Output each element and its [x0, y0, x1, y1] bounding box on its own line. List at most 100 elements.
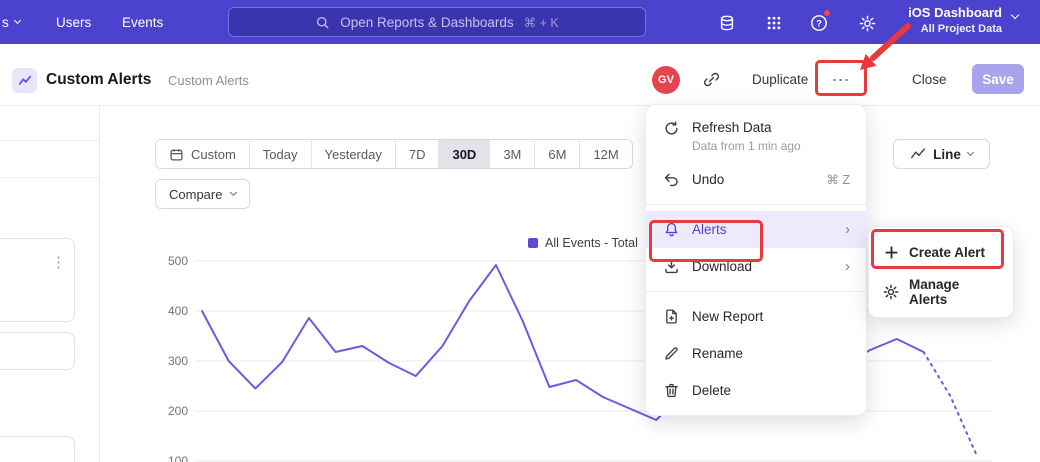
date-30d-button[interactable]: 30D — [438, 140, 489, 168]
nav-item-events-label: Events — [122, 15, 163, 30]
chart-type-label: Line — [933, 147, 961, 162]
submenu-item-label: Create Alert — [909, 245, 985, 260]
chart-type-selector[interactable]: Line — [893, 139, 990, 169]
nav-item-events[interactable]: Events — [122, 0, 163, 44]
search-icon — [315, 15, 330, 30]
y-axis-tick-label: 200 — [168, 404, 188, 418]
submenu-arrow-icon: › — [845, 258, 850, 275]
page-title: Custom Alerts — [46, 71, 151, 89]
data-management-icon[interactable] — [716, 12, 738, 34]
date-6m-button[interactable]: 6M — [534, 140, 579, 168]
date-custom-label: Custom — [191, 147, 236, 162]
duplicate-button[interactable]: Duplicate — [752, 72, 808, 87]
breadcrumb[interactable]: Custom Alerts — [168, 73, 249, 88]
kebab-menu-icon[interactable]: ⋮ — [51, 253, 66, 271]
gear-icon — [883, 284, 899, 300]
menu-item-new-report[interactable]: New Report — [646, 298, 866, 335]
date-yesterday-button[interactable]: Yesterday — [311, 140, 395, 168]
refresh-icon — [662, 120, 680, 137]
report-type-icon — [12, 68, 37, 93]
date-today-button[interactable]: Today — [249, 140, 311, 168]
new-report-icon — [662, 308, 680, 325]
y-axis-tick-label: 500 — [168, 254, 188, 268]
bell-icon — [662, 221, 680, 238]
line-chart-icon — [910, 146, 926, 162]
notification-dot — [823, 9, 831, 17]
pencil-icon — [662, 345, 680, 362]
save-button[interactable]: Save — [972, 64, 1024, 94]
compare-button[interactable]: Compare — [155, 179, 250, 209]
sidebar-card[interactable] — [0, 332, 75, 370]
submenu-item-manage-alerts[interactable]: Manage Alerts — [869, 272, 1013, 312]
y-axis-tick-label: 400 — [168, 304, 188, 318]
menu-item-rename[interactable]: Rename — [646, 335, 866, 372]
settings-gear-icon[interactable] — [856, 12, 878, 34]
share-link-icon[interactable] — [703, 71, 720, 93]
more-options-button[interactable]: ⋯ — [822, 67, 860, 93]
apps-grid-icon[interactable] — [763, 12, 785, 34]
sidebar-card[interactable]: ⋮ — [0, 238, 75, 322]
menu-item-label: Alerts — [692, 222, 727, 237]
y-axis-tick-label: 300 — [168, 354, 188, 368]
chart-legend[interactable]: All Events - Total — [528, 236, 638, 250]
project-subtitle: All Project Data — [888, 23, 1002, 35]
avatar[interactable]: GV — [652, 66, 680, 94]
compare-label: Compare — [169, 187, 222, 202]
sidebar-divider — [0, 177, 100, 178]
menu-item-label: Download — [692, 259, 752, 274]
menu-item-label: Delete — [692, 383, 731, 398]
date-12m-button[interactable]: 12M — [579, 140, 631, 168]
undo-icon — [662, 171, 680, 188]
menu-item-label: New Report — [692, 309, 763, 324]
date-custom-button[interactable]: Custom — [156, 140, 249, 168]
sidebar-divider — [0, 140, 100, 141]
menu-item-label: Undo — [692, 172, 724, 187]
y-axis-tick-label: 100 — [168, 454, 188, 462]
legend-label: All Events - Total — [545, 236, 638, 250]
submenu-item-create-alert[interactable]: Create Alert — [869, 232, 1013, 272]
nav-item-users-label: Users — [56, 15, 91, 30]
date-3m-button[interactable]: 3M — [489, 140, 534, 168]
chevron-down-icon — [14, 16, 21, 23]
top-nav: s Users Events Open Reports & Dashboards… — [0, 0, 1040, 44]
legend-swatch — [528, 238, 538, 248]
menu-divider — [646, 291, 866, 292]
nav-item-users[interactable]: Users — [56, 0, 91, 44]
chart-line-dashed — [924, 352, 977, 456]
date-range-segmented-control: Custom Today Yesterday 7D 30D 3M 6M 12M — [155, 139, 633, 169]
project-chevron-down-icon[interactable] — [1011, 11, 1019, 19]
global-search[interactable]: Open Reports & Dashboards ⌘ + K — [228, 7, 646, 37]
calendar-icon — [169, 147, 184, 162]
menu-item-label: Refresh Data — [692, 120, 801, 135]
project-selector[interactable]: iOS Dashboard All Project Data — [888, 5, 1002, 35]
nav-item-partial[interactable]: s — [2, 0, 20, 44]
chevron-down-icon — [967, 148, 974, 155]
submenu-item-label: Manage Alerts — [909, 277, 999, 307]
menu-item-undo[interactable]: Undo ⌘ Z — [646, 161, 866, 198]
chart-y-axis-labels: 500 400 300 200 100 — [148, 250, 188, 462]
menu-divider — [646, 204, 866, 205]
menu-item-download[interactable]: Download › — [646, 248, 866, 285]
date-7d-button[interactable]: 7D — [395, 140, 439, 168]
app-window: s Users Events Open Reports & Dashboards… — [0, 0, 1040, 462]
menu-item-label: Rename — [692, 346, 743, 361]
project-title: iOS Dashboard — [888, 5, 1002, 20]
report-header: Custom Alerts Custom Alerts GV Duplicate… — [0, 44, 1040, 106]
plus-icon — [883, 245, 899, 260]
search-shortcut: ⌘ + K — [524, 15, 559, 30]
menu-item-subtitle: Data from 1 min ago — [692, 139, 801, 153]
close-button[interactable]: Close — [912, 72, 947, 87]
menu-item-shortcut: ⌘ Z — [826, 172, 850, 187]
left-sidebar: ⋮ — [0, 106, 100, 462]
search-placeholder: Open Reports & Dashboards — [340, 15, 513, 30]
menu-item-alerts[interactable]: Alerts › — [646, 211, 866, 248]
report-options-menu: Refresh Data Data from 1 min ago Undo ⌘ … — [645, 104, 867, 416]
chevron-down-icon — [230, 188, 237, 195]
sidebar-card[interactable] — [0, 436, 75, 462]
menu-item-refresh-data[interactable]: Refresh Data Data from 1 min ago — [646, 111, 866, 161]
svg-text:?: ? — [816, 19, 822, 30]
menu-item-delete[interactable]: Delete — [646, 372, 866, 409]
alerts-submenu: Create Alert Manage Alerts — [868, 226, 1014, 318]
nav-item-partial-label: s — [2, 15, 9, 30]
download-icon — [662, 258, 680, 275]
